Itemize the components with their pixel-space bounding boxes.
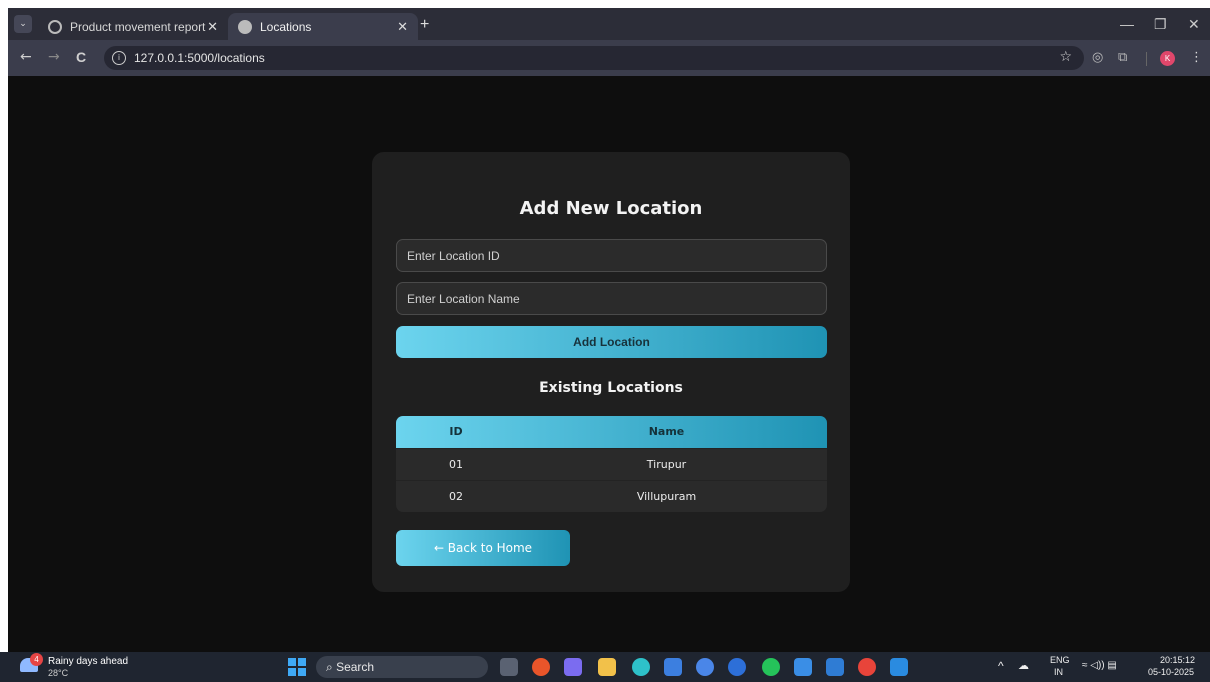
tab-locations[interactable]: Locations ✕ xyxy=(228,13,418,40)
weather-temp: 28°C xyxy=(48,668,69,678)
table-header: ID Name xyxy=(396,416,827,448)
minimize-button[interactable]: — xyxy=(1120,16,1134,32)
app-icon[interactable] xyxy=(696,658,714,676)
vscode-icon[interactable] xyxy=(890,658,908,676)
locations-table: ID Name 01 Tirupur 02 Villupuram xyxy=(396,416,827,512)
new-tab-button[interactable]: + xyxy=(420,16,429,34)
notepad-icon[interactable] xyxy=(826,658,844,676)
tab-close-icon[interactable]: ✕ xyxy=(207,19,218,35)
location-id-input[interactable] xyxy=(396,239,827,272)
reload-icon[interactable]: C xyxy=(76,49,86,65)
location-card: Add New Location Add Location Existing L… xyxy=(372,152,850,592)
network-volume-battery-icons[interactable]: ≈ ◁)) ▤ xyxy=(1082,660,1117,671)
cell-id: 02 xyxy=(449,490,463,503)
page-title: Add New Location xyxy=(519,198,703,219)
screen: ⌄ Product movement report ✕ Locations ✕ … xyxy=(0,0,1210,682)
url-text[interactable]: 127.0.0.1:5000/locations xyxy=(134,51,265,65)
widgets-icon[interactable] xyxy=(564,658,582,676)
forward-arrow-icon[interactable]: → xyxy=(48,49,60,65)
onedrive-cloud-icon[interactable]: ☁ xyxy=(1018,659,1029,672)
tab-title: Locations xyxy=(260,19,312,34)
cell-name: Villupuram xyxy=(636,490,697,503)
globe-icon xyxy=(238,19,252,34)
back-to-home-button[interactable]: ← Back to Home xyxy=(396,530,570,566)
notification-badge: 4 xyxy=(30,653,43,666)
back-arrow-icon[interactable]: ← xyxy=(20,49,32,65)
table-row: 01 Tirupur xyxy=(396,448,827,480)
add-location-button[interactable]: Add Location xyxy=(396,326,827,358)
location-name-input[interactable] xyxy=(396,282,827,315)
column-header-name: Name xyxy=(648,425,685,438)
tab-title: Product movement report xyxy=(70,19,206,34)
puzzle-icon[interactable]: ⧉ xyxy=(1118,50,1127,65)
clock-time[interactable]: 20:15:12 xyxy=(1160,655,1195,665)
search-icon: ⌕ xyxy=(326,660,333,674)
tab-search-icon[interactable]: ⌄ xyxy=(14,15,32,33)
copilot-icon[interactable] xyxy=(532,658,550,676)
tab-product-movement-report[interactable]: Product movement report ✕ xyxy=(38,13,228,40)
browser-toolbar: ← → C i 127.0.0.1:5000/locations ☆ ◎ ⧉ K… xyxy=(8,40,1210,76)
tab-strip: ⌄ Product movement report ✕ Locations ✕ … xyxy=(8,8,1210,40)
hp-icon[interactable] xyxy=(728,658,746,676)
cell-id: 01 xyxy=(449,458,463,471)
site-info-icon[interactable]: i xyxy=(112,51,126,65)
photos-icon[interactable] xyxy=(794,658,812,676)
taskbar-search[interactable]: ⌕ Search xyxy=(316,656,488,678)
cell-name: Tirupur xyxy=(646,458,687,471)
edge-icon[interactable] xyxy=(632,658,650,676)
store-icon[interactable] xyxy=(664,658,682,676)
taskbar: 4 Rainy days ahead 28°C ⌕ Search ^ ☁ ENG… xyxy=(0,652,1210,682)
chrome-icon[interactable] xyxy=(858,658,876,676)
tray-chevron-icon[interactable]: ^ xyxy=(998,659,1004,673)
table-row: 02 Villupuram xyxy=(396,480,827,512)
bookmark-star-icon[interactable]: ☆ xyxy=(1059,49,1072,65)
restore-button[interactable]: ❐ xyxy=(1154,16,1167,33)
close-window-button[interactable]: ✕ xyxy=(1188,16,1200,33)
task-view-icon[interactable] xyxy=(500,658,518,676)
weather-title: Rainy days ahead xyxy=(48,656,129,667)
windows-start-icon[interactable] xyxy=(288,658,306,676)
column-header-id: ID xyxy=(449,425,463,438)
clock-date[interactable]: 05-10-2025 xyxy=(1148,667,1194,677)
existing-locations-heading: Existing Locations xyxy=(539,380,683,396)
file-explorer-icon[interactable] xyxy=(598,658,616,676)
browser-window: ⌄ Product movement report ✕ Locations ✕ … xyxy=(8,8,1210,652)
search-label: Search xyxy=(336,660,375,674)
extension-icon[interactable]: ◎ xyxy=(1092,50,1103,65)
language-top[interactable]: ENG xyxy=(1050,655,1070,665)
page-content: Add New Location Add Location Existing L… xyxy=(8,76,1210,652)
toolbar-divider xyxy=(1146,52,1147,66)
tab-close-icon[interactable]: ✕ xyxy=(397,19,408,35)
gear-icon xyxy=(48,19,62,34)
menu-kebab-icon[interactable]: ⋮ xyxy=(1190,50,1203,65)
address-bar[interactable]: i 127.0.0.1:5000/locations ☆ xyxy=(104,46,1084,70)
language-bottom[interactable]: IN xyxy=(1054,667,1063,677)
whatsapp-icon[interactable] xyxy=(762,658,780,676)
profile-avatar[interactable]: K xyxy=(1160,51,1175,66)
